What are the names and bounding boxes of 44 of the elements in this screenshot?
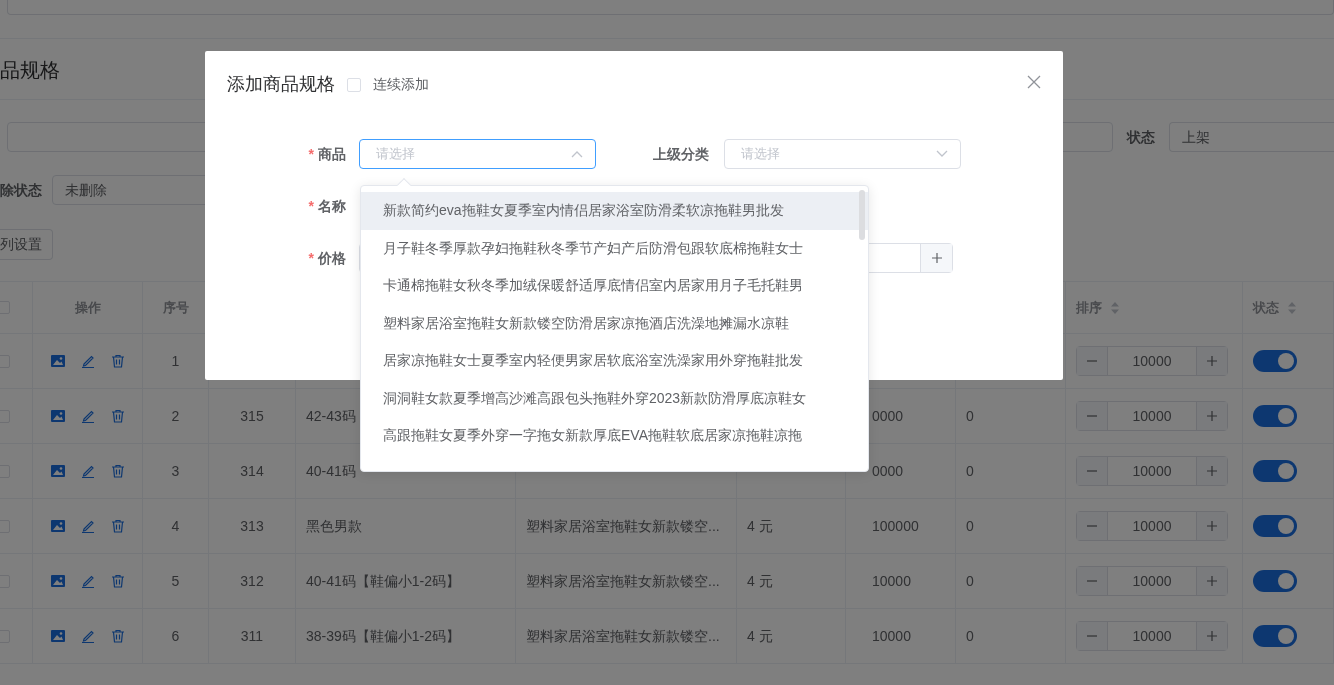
table-cell-text: 10000: [872, 571, 911, 591]
page-title: 品规格: [0, 58, 60, 83]
table-cell-text: 1: [171, 351, 180, 371]
placeholder-text: 请选择: [741, 145, 780, 164]
form-label: 价格: [318, 249, 346, 266]
table-cell-text: 0000: [872, 461, 904, 481]
table-cell-text: 塑料家居浴室拖鞋女新款镂空...: [526, 571, 720, 591]
table-cell-text: 3: [171, 461, 180, 481]
table-cell-text: 0: [966, 516, 974, 536]
table-cell-text: 4 元: [747, 516, 773, 536]
table-cell-text: 100000: [872, 516, 919, 536]
table-cell-text: 0: [966, 461, 974, 481]
form-label: 上级分类: [653, 145, 709, 162]
table-cell-text: 4 元: [747, 626, 773, 646]
dialog-title: 添加商品规格: [227, 73, 335, 96]
table-cell-text: 312: [240, 571, 264, 591]
table-cell-text: 黑色男款: [306, 516, 362, 536]
table-cell-text: 311: [240, 626, 264, 646]
filter-label: 状态: [1127, 127, 1155, 147]
table-cell-text: 5: [171, 571, 180, 591]
table-cell-text: 4 元: [747, 571, 773, 591]
form-label: 商品: [318, 145, 346, 162]
table-cell-text: 40-41码: [306, 461, 356, 481]
required-mark: *: [308, 249, 314, 266]
table-cell-text: 0: [966, 406, 974, 426]
table-cell-text: 314: [240, 461, 264, 481]
table-cell-text: 0: [966, 626, 974, 646]
table-cell-text: 塑料家居浴室拖鞋女新款镂空...: [526, 626, 720, 646]
placeholder-text: 请选择: [376, 145, 415, 164]
table-cell-text: 42-43码: [306, 406, 356, 426]
table-cell-text: 10000: [872, 626, 911, 646]
table-cell-text: 313: [240, 516, 264, 536]
required-mark: *: [308, 145, 314, 162]
table-cell-text: 38-39码【鞋偏小1-2码】: [306, 626, 461, 646]
table-cell-text: 315: [240, 406, 264, 426]
filter-label: 除状态: [0, 180, 42, 200]
table-cell-text: 2: [171, 406, 180, 426]
checkbox-label: 连续添加: [373, 75, 429, 94]
table-cell-text: 40-41码【鞋偏小1-2码】: [306, 571, 461, 591]
table-cell-text: 塑料家居浴室拖鞋女新款镂空...: [526, 516, 720, 536]
table-cell-text: 4: [171, 516, 180, 536]
table-cell-text: 0: [966, 571, 974, 591]
table-cell-text: 6: [171, 626, 180, 646]
table-cell-text: 0000: [872, 406, 904, 426]
